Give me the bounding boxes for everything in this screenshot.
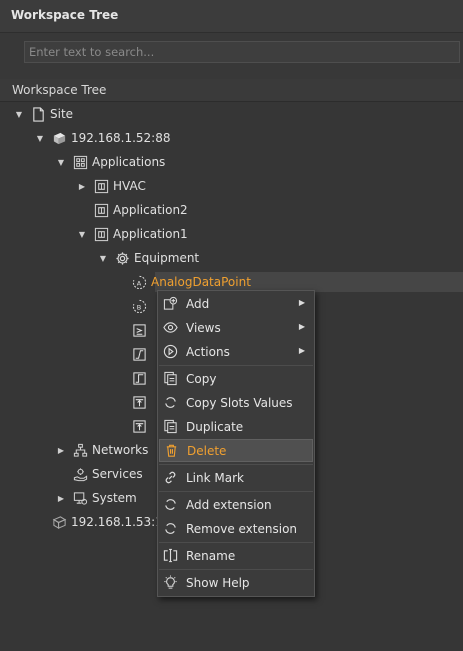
tree-node-ramp[interactable] <box>129 344 151 364</box>
menu-separator <box>159 569 313 570</box>
menu-separator <box>159 365 313 366</box>
tree-node-system[interactable]: ▶ System <box>56 488 137 508</box>
tree-node-label: Applications <box>92 155 166 169</box>
system-icon <box>72 490 88 506</box>
expand-arrow-icon[interactable]: ▶ <box>77 181 87 191</box>
menu-item-copy-slots-values[interactable]: Copy Slots Values <box>159 391 313 414</box>
collapse-arrow-icon[interactable]: ▼ <box>77 229 87 239</box>
menu-item-copy[interactable]: Copy <box>159 367 313 390</box>
menu-item-actions[interactable]: Actions ▶ <box>159 340 313 363</box>
tree-header-label: Workspace Tree <box>12 83 107 97</box>
link-icon <box>162 470 178 486</box>
tree-node-comparator[interactable] <box>129 320 151 340</box>
eye-icon <box>162 320 178 336</box>
menu-item-add-extension[interactable]: Add extension <box>159 493 313 516</box>
tree-node-networks[interactable]: ▶ Networks <box>56 440 148 460</box>
menu-item-show-help[interactable]: Show Help <box>159 571 313 594</box>
collapse-arrow-icon[interactable]: ▼ <box>35 133 45 143</box>
binary-point-icon: B <box>131 298 147 314</box>
expand-arrow-icon[interactable]: ▶ <box>56 493 66 503</box>
tree-node-step[interactable] <box>129 368 151 388</box>
refresh-icon <box>162 521 178 537</box>
search-input[interactable]: Enter text to search... <box>24 41 460 63</box>
submenu-arrow-icon: ▶ <box>298 322 305 331</box>
application-icon <box>93 178 109 194</box>
tree-node-label: Networks <box>92 443 149 457</box>
tree-node-label: HVAC <box>113 179 146 193</box>
menu-item-add[interactable]: Add ▶ <box>159 292 313 315</box>
server-icon <box>51 130 67 146</box>
copy-icon <box>162 371 178 387</box>
trash-icon <box>163 443 179 459</box>
duplicate-icon <box>162 419 178 435</box>
collapse-arrow-icon[interactable]: ▼ <box>98 253 108 263</box>
context-menu: Add ▶ Views ▶ Actions ▶ Copy Copy Slots … <box>157 290 315 597</box>
rename-icon <box>162 548 178 564</box>
tree-node-analog-data-point[interactable]: A AnalogDataPoint <box>129 272 251 292</box>
gear-icon <box>114 250 130 266</box>
comparator-icon <box>131 322 147 338</box>
menu-separator <box>159 542 313 543</box>
ramp-icon <box>131 346 147 362</box>
tree-node-label: Services <box>92 467 143 481</box>
menu-separator <box>159 464 313 465</box>
panel-title: Workspace Tree <box>11 8 119 22</box>
tree-node-services[interactable]: Services <box>56 464 143 484</box>
collapse-arrow-icon[interactable]: ▼ <box>14 109 24 119</box>
analog-point-icon: A <box>131 274 147 290</box>
tree-node-label: 192.168.1.52:88 <box>71 131 171 145</box>
page-icon <box>30 106 46 122</box>
tree-node-label: Application1 <box>113 227 188 241</box>
svg-text:A: A <box>136 279 141 287</box>
menu-item-remove-extension[interactable]: Remove extension <box>159 517 313 540</box>
tree-node-applications[interactable]: ▼ Applications <box>56 152 165 172</box>
limit-icon <box>131 394 147 410</box>
refresh-icon <box>162 497 178 513</box>
menu-separator <box>159 491 313 492</box>
menu-item-rename[interactable]: Rename <box>159 544 313 567</box>
refresh-icon <box>162 395 178 411</box>
submenu-arrow-icon: ▶ <box>298 298 305 307</box>
tree-node-label: Site <box>50 107 74 121</box>
grid-icon <box>72 154 88 170</box>
limit-icon <box>131 418 147 434</box>
tree-node-limit-2[interactable] <box>129 416 151 436</box>
tree-header: Workspace Tree <box>0 80 463 102</box>
search-area: Enter text to search... <box>0 33 463 79</box>
tree-node-label: AnalogDataPoint <box>151 275 251 289</box>
tree-node-label: Equipment <box>134 251 200 265</box>
tree-node-equipment[interactable]: ▼ Equipment <box>98 248 199 268</box>
tree-node-label: 192.168.1.53:1 <box>71 515 163 529</box>
tree-node-device-52[interactable]: ▼ 192.168.1.52:88 <box>35 128 171 148</box>
tree-node-device-53[interactable]: 192.168.1.53:1 <box>35 512 163 532</box>
tree-node-application1[interactable]: ▼ Application1 <box>77 224 188 244</box>
menu-item-link-mark[interactable]: Link Mark <box>159 466 313 489</box>
panel-titlebar: Workspace Tree <box>0 0 463 33</box>
tree-node-label: Application2 <box>113 203 188 217</box>
tree-node-limit[interactable] <box>129 392 151 412</box>
collapse-arrow-icon[interactable]: ▼ <box>56 157 66 167</box>
menu-item-views[interactable]: Views ▶ <box>159 316 313 339</box>
tree-node-site[interactable]: ▼ Site <box>14 104 73 124</box>
step-icon <box>131 370 147 386</box>
play-circle-icon <box>162 344 178 360</box>
tree-node-label: System <box>92 491 137 505</box>
services-icon <box>72 466 88 482</box>
lightbulb-icon <box>162 575 178 591</box>
menu-item-delete[interactable]: Delete <box>159 439 313 462</box>
svg-text:B: B <box>136 303 141 311</box>
add-icon <box>162 296 178 312</box>
submenu-arrow-icon: ▶ <box>298 346 305 355</box>
network-icon <box>72 442 88 458</box>
application-icon <box>93 202 109 218</box>
tree-node-binary-point[interactable]: B <box>129 296 151 316</box>
server-offline-icon <box>51 514 67 530</box>
tree-node-application2[interactable]: Application2 <box>77 200 188 220</box>
menu-item-duplicate[interactable]: Duplicate <box>159 415 313 438</box>
application-icon <box>93 226 109 242</box>
tree-node-hvac[interactable]: ▶ HVAC <box>77 176 146 196</box>
expand-arrow-icon[interactable]: ▶ <box>56 445 66 455</box>
